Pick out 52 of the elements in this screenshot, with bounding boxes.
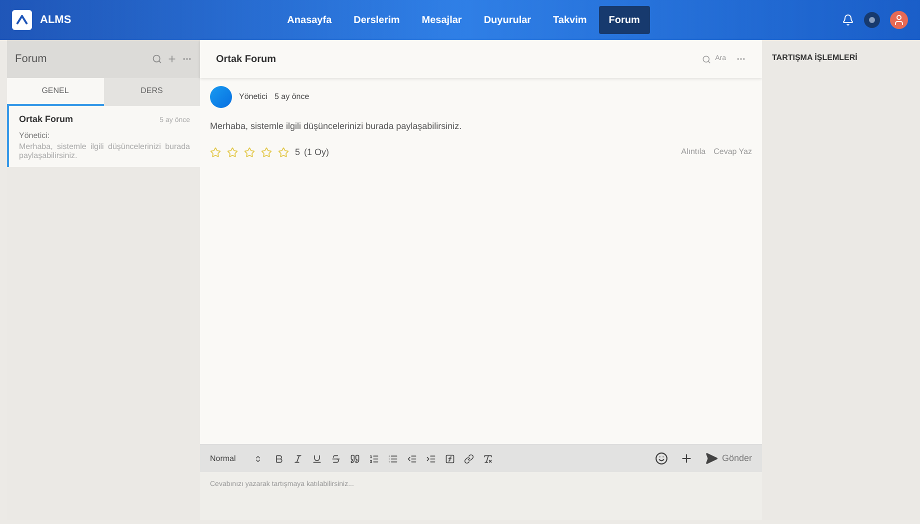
post-action-link[interactable]: Cevap Yaz (714, 146, 752, 158)
clear-format-icon[interactable] (482, 454, 493, 464)
forum-title: Ortak Forum (19, 113, 74, 126)
thread-title: Ortak Forum (216, 52, 276, 66)
search-icon[interactable] (152, 54, 162, 64)
star-icon[interactable] (261, 146, 272, 158)
send-button[interactable]: Gönder (704, 452, 752, 466)
nav-link[interactable]: Derslerim (344, 6, 410, 34)
panel-title: TARTIŞMA İŞLEMLERİ (772, 52, 858, 64)
strikethrough-icon[interactable] (330, 454, 341, 464)
star-icon[interactable] (244, 146, 255, 158)
notification-icon[interactable] (842, 14, 854, 26)
forum-author: Yönetici: (19, 130, 51, 142)
add-icon[interactable] (680, 452, 693, 465)
post-author: Yönetici (239, 91, 268, 103)
sidebar-title: Forum (15, 52, 47, 67)
post-action-link[interactable]: Alıntıla (681, 146, 706, 158)
star-icon[interactable] (278, 146, 289, 158)
quote-icon[interactable] (350, 454, 360, 464)
formula-icon[interactable] (444, 454, 455, 464)
dropdown-arrows-icon (254, 454, 262, 462)
underline-icon[interactable] (312, 454, 322, 464)
status-icon[interactable] (864, 12, 880, 28)
format-select[interactable]: Normal (210, 452, 262, 464)
emoji-icon[interactable] (654, 452, 668, 465)
app-name: ALMS (40, 12, 72, 28)
star-rating[interactable] (210, 146, 289, 158)
forum-preview: Merhaba, sistemle ilgili düşüncelerinizi burada paylaşabilirsiniz. (19, 142, 190, 160)
star-icon[interactable] (227, 146, 238, 158)
send-icon (704, 452, 718, 465)
indent-icon[interactable] (426, 454, 436, 464)
outdent-icon[interactable] (406, 454, 417, 464)
star-icon[interactable] (210, 146, 221, 158)
bold-icon[interactable] (274, 454, 284, 464)
logo-icon[interactable] (12, 10, 32, 30)
sidebar-tab[interactable]: DERS (104, 78, 200, 106)
post-body: Merhaba, sistemle ilgili düşüncelerinizi burada paylaşabilirsiniz. (210, 120, 463, 133)
link-icon[interactable] (464, 454, 474, 464)
rating-score: 5 (295, 146, 300, 158)
nav-link[interactable]: Takvim (543, 6, 597, 34)
ordered-list-icon[interactable] (368, 454, 379, 464)
nav-link[interactable]: Anasayfa (277, 6, 342, 34)
search-icon (702, 54, 712, 64)
avatar-icon (210, 86, 232, 108)
italic-icon[interactable] (292, 454, 303, 464)
post-time: 5 ay önce (274, 91, 310, 103)
nav-link[interactable]: Duyurular (474, 6, 542, 34)
vote-count: (1 Oy) (304, 146, 330, 159)
nav-link[interactable]: Mesajlar (412, 6, 472, 34)
nav-link[interactable]: Forum (598, 6, 650, 34)
avatar-icon[interactable] (890, 11, 908, 29)
sidebar-tab[interactable]: GENEL (7, 78, 104, 106)
